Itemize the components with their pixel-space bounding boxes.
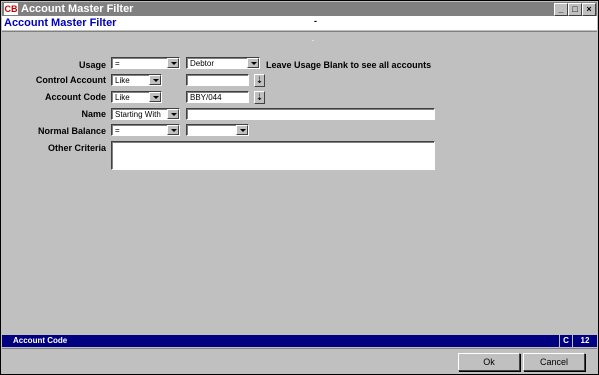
form-title: Account Master Filter — [4, 17, 117, 29]
name-operator-select[interactable]: Starting With — [111, 108, 180, 120]
other-criteria-label: Other Criteria — [47, 143, 106, 153]
name-operator-chevron-down-icon[interactable] — [167, 109, 179, 119]
header-divider — [2, 31, 597, 32]
cancel-button[interactable]: Cancel — [523, 353, 585, 371]
minimize-button[interactable]: _ — [554, 3, 568, 16]
usage-value-select[interactable]: Debtor — [186, 57, 260, 69]
other-criteria-textarea[interactable] — [111, 141, 435, 170]
account-code-input[interactable]: BBY/044 — [186, 91, 249, 103]
name-label: Name — [81, 109, 106, 119]
usage-value-chevron-down-icon[interactable] — [247, 58, 259, 68]
usage-operator-chevron-down-icon[interactable] — [167, 58, 179, 68]
usage-hint: Leave Usage Blank to see all accounts — [266, 60, 432, 70]
window-title: Account Master Filter — [21, 3, 134, 15]
footer-divider — [2, 348, 597, 349]
account-code-operator-select[interactable]: Like — [111, 91, 162, 103]
title-bar[interactable]: CB Account Master Filter _ □ × — [2, 2, 597, 16]
ok-button[interactable]: Ok — [458, 353, 520, 371]
usage-value-text: Debtor — [190, 59, 215, 68]
lookup-arrow-icon: ⇣ — [255, 75, 264, 85]
normal-balance-value-chevron-down-icon[interactable] — [236, 125, 248, 135]
account-code-chevron-down-icon[interactable] — [149, 92, 161, 102]
normal-balance-value-select[interactable] — [186, 124, 249, 136]
usage-label: Usage — [78, 60, 106, 70]
control-account-label: Control Account — [35, 75, 106, 85]
status-count: 12 — [572, 335, 597, 347]
account-code-value: BBY/044 — [190, 93, 222, 102]
maximize-button[interactable]: □ — [568, 3, 582, 16]
status-field-name: Account Code — [13, 336, 68, 345]
lookup-arrow-icon: ⇣ — [255, 92, 264, 102]
name-operator-value: Starting With — [115, 110, 161, 119]
app-icon[interactable]: CB — [4, 3, 18, 15]
form-header: Account Master Filter - — [2, 16, 597, 30]
header-mark: - — [314, 16, 317, 26]
filter-window: CB Account Master Filter _ □ × Account M… — [0, 0, 599, 375]
usage-operator-value: = — [115, 59, 120, 68]
account-code-lookup-button[interactable]: ⇣ — [254, 91, 265, 104]
center-mark — [312, 40, 314, 41]
normal-balance-operator-select[interactable]: = — [111, 124, 180, 136]
usage-operator-select[interactable]: = — [111, 57, 180, 69]
account-code-label: Account Code — [44, 92, 106, 102]
control-account-chevron-down-icon[interactable] — [149, 75, 161, 85]
control-account-lookup-button[interactable]: ⇣ — [254, 74, 265, 87]
control-account-operator-value: Like — [115, 76, 130, 85]
control-account-input[interactable] — [186, 74, 249, 86]
normal-balance-label: Normal Balance — [37, 126, 106, 136]
normal-balance-operator-chevron-down-icon[interactable] — [167, 125, 179, 135]
name-input[interactable] — [186, 108, 435, 120]
normal-balance-operator-value: = — [115, 126, 120, 135]
status-mode: C — [559, 335, 572, 347]
status-bar: Account Code C 12 — [2, 335, 597, 347]
account-code-operator-value: Like — [115, 93, 130, 102]
close-button[interactable]: × — [582, 3, 596, 16]
control-account-operator-select[interactable]: Like — [111, 74, 162, 86]
